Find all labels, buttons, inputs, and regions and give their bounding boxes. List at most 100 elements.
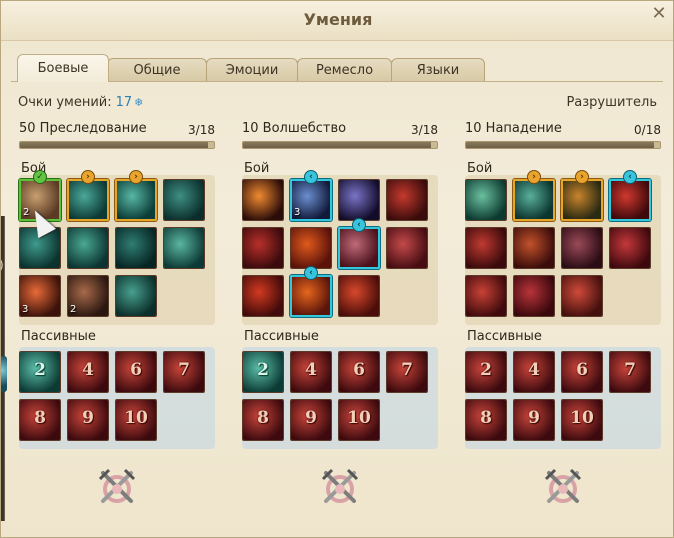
skill-tree: 10 Нападение 0/18 Бой › › ‹ Пассивные 2 4 6 7 8 9 10: [465, 121, 661, 521]
crossed-swords-reset-icon[interactable]: [95, 465, 139, 509]
passive-9-icon[interactable]: 9: [513, 399, 555, 441]
missile-icon[interactable]: 3: [19, 275, 61, 317]
skill-icon-art: [466, 180, 506, 220]
passive-8-icon[interactable]: 8: [465, 399, 507, 441]
skill-points: Очки умений: 17 ❄: [18, 95, 143, 110]
passive-4-icon[interactable]: 4: [290, 351, 332, 393]
fireball-icon[interactable]: [242, 179, 284, 221]
skill-icon-art: [610, 228, 650, 268]
skill-tree: 10 Волшебство 3/18 Бой 3 ‹ ‹ ‹ Пассивные 2 4 6 7 8 9 1…: [242, 121, 438, 521]
skill-icon-art: [69, 181, 107, 219]
skill-icon-art: [515, 181, 553, 219]
close-icon[interactable]: ✕: [649, 4, 669, 24]
tab-emotions[interactable]: Эмоции: [206, 58, 298, 82]
tree-progress-fill: [243, 142, 432, 148]
passive-level-number: 7: [624, 360, 636, 380]
passive-9-icon[interactable]: 9: [67, 399, 109, 441]
tree-name: 10 Нападение: [465, 121, 562, 136]
passive-7-icon[interactable]: 7: [609, 351, 651, 393]
title-bar[interactable]: Умения ✕: [1, 1, 673, 41]
magic-boot-icon[interactable]: [338, 227, 380, 269]
demon-rage-icon[interactable]: [513, 227, 555, 269]
vortex-icon[interactable]: [561, 275, 603, 317]
passive-6-icon[interactable]: 6: [338, 351, 380, 393]
passive-10-icon[interactable]: 10: [115, 399, 157, 441]
skill-icon-art: [291, 228, 331, 268]
passive-7-icon[interactable]: 7: [386, 351, 428, 393]
skill-icon-art: [562, 228, 602, 268]
skill-icon-art: [466, 228, 506, 268]
passive-level-number: 6: [130, 360, 142, 380]
poison-drop-icon[interactable]: [67, 179, 109, 221]
fire-wave-icon[interactable]: [242, 227, 284, 269]
skill-icon-art: [563, 181, 601, 219]
skills-window: Умения ✕ Боевые Общие Эмоции Ремесло Язы…: [0, 0, 674, 538]
skill-icon-art: [292, 277, 330, 315]
arcane-shield-icon[interactable]: [386, 227, 428, 269]
flame-column-icon[interactable]: [338, 275, 380, 317]
tab-crafting[interactable]: Ремесло: [297, 58, 392, 82]
skill-rank: 3: [294, 207, 301, 218]
skill-tree: 50 Преследование 3/18 Бой 2 ✓ › › 3 2 Пассивные 2 4…: [19, 121, 215, 521]
whirlwind-slash-icon[interactable]: [465, 179, 507, 221]
tree-points-count: 0/18: [634, 123, 661, 137]
passive-10-icon[interactable]: 10: [561, 399, 603, 441]
hooded-rogue-icon[interactable]: [115, 275, 157, 317]
passive-4-icon[interactable]: 4: [67, 351, 109, 393]
ice-lance-icon[interactable]: 3: [290, 179, 332, 221]
blood-rune-icon[interactable]: [609, 179, 651, 221]
tab-general[interactable]: Общие: [107, 58, 207, 82]
crossed-swords-reset-icon[interactable]: [318, 465, 362, 509]
passive-8-icon[interactable]: 8: [242, 399, 284, 441]
passive-level-number: 4: [82, 360, 94, 380]
tab-languages[interactable]: Языки: [391, 58, 485, 82]
passive-2-icon[interactable]: 2: [242, 351, 284, 393]
flame-storm-icon[interactable]: [290, 227, 332, 269]
passive-6-icon[interactable]: 6: [115, 351, 157, 393]
tab-label: Боевые: [37, 61, 89, 76]
passive-10-icon[interactable]: 10: [338, 399, 380, 441]
passive-level-number: 2: [257, 360, 269, 380]
passive-6-icon[interactable]: 6: [561, 351, 603, 393]
skill-points-value: 17: [115, 95, 133, 110]
arrow-throw-icon[interactable]: [115, 179, 157, 221]
passive-level-number: 4: [528, 360, 540, 380]
tab-label: Языки: [416, 63, 460, 78]
triple-arrow-icon[interactable]: 2: [67, 275, 109, 317]
slash-wave-icon[interactable]: [465, 275, 507, 317]
skill-icon-art: [116, 228, 156, 268]
arrow-left-badge-icon: ‹: [352, 218, 366, 232]
passive-level-number: 9: [82, 408, 94, 428]
lightning-bolt-icon[interactable]: [338, 179, 380, 221]
passive-8-icon[interactable]: 8: [19, 399, 61, 441]
tree-name: 10 Волшебство: [242, 121, 347, 136]
passive-7-icon[interactable]: 7: [163, 351, 205, 393]
crossed-swords-reset-icon[interactable]: [541, 465, 585, 509]
shield-bash-icon[interactable]: [561, 227, 603, 269]
arrow-left-badge-icon: ‹: [623, 170, 637, 184]
charge-icon[interactable]: [67, 227, 109, 269]
shadow-strike-icon[interactable]: [115, 227, 157, 269]
net-trap-icon[interactable]: [163, 227, 205, 269]
passive-2-icon[interactable]: 2: [465, 351, 507, 393]
serpent-icon[interactable]: [163, 179, 205, 221]
tornado-icon[interactable]: [561, 179, 603, 221]
inferno-burst-icon[interactable]: [242, 275, 284, 317]
tree-progress-fill: [466, 142, 655, 148]
tab-label: Общие: [133, 63, 181, 78]
spear-throw-icon[interactable]: [609, 227, 651, 269]
sword-rain-icon[interactable]: [513, 275, 555, 317]
passive-2-icon[interactable]: 2: [19, 351, 61, 393]
passive-4-icon[interactable]: 4: [513, 351, 555, 393]
meteor-icon[interactable]: [290, 275, 332, 317]
chain-lightning-icon[interactable]: [386, 179, 428, 221]
lasso-icon[interactable]: [465, 227, 507, 269]
sword-thrust-icon[interactable]: [513, 179, 555, 221]
arrow-right-badge-icon: ›: [129, 170, 143, 184]
passive-level-number: 6: [353, 360, 365, 380]
arrow-left-badge-icon: ‹: [304, 170, 318, 184]
skill-icon-art: [514, 228, 554, 268]
passive-9-icon[interactable]: 9: [290, 399, 332, 441]
tab-combat[interactable]: Боевые: [17, 54, 109, 82]
passive-level-number: 6: [576, 360, 588, 380]
